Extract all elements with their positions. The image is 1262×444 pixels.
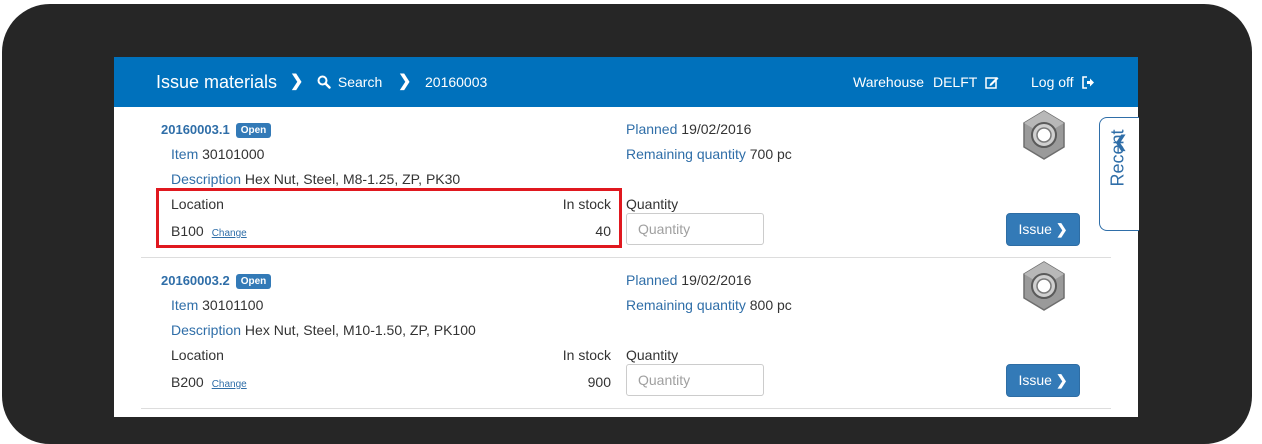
item-field: Item 30101000 xyxy=(171,146,264,162)
issue-label: Issue xyxy=(1018,221,1052,237)
item-value: 30101000 xyxy=(202,146,265,162)
planned-value: 19/02/2016 xyxy=(681,121,752,137)
quantity-input[interactable] xyxy=(626,364,764,396)
logoff-button[interactable]: Log off xyxy=(1031,57,1095,107)
remaining-value: 800 pc xyxy=(749,297,792,313)
planned-label: Planned xyxy=(626,272,678,288)
in-stock-label: In stock xyxy=(562,347,611,363)
in-stock-value: 900 xyxy=(587,374,611,390)
status-badge: Open xyxy=(235,274,272,289)
item-field: Item 30101100 xyxy=(171,297,263,313)
description-label: Description xyxy=(171,171,242,187)
remaining-label: Remaining quantity xyxy=(626,297,746,313)
quantity-input[interactable] xyxy=(626,213,764,245)
in-stock-value: 40 xyxy=(595,223,611,239)
status-badge: Open xyxy=(235,123,272,138)
header-bar: Issue materials ❯ Search ❯ 20160003 Ware… xyxy=(114,57,1138,107)
sign-out-icon xyxy=(1081,74,1095,90)
location-field: B200 Change xyxy=(171,374,247,390)
change-location-link[interactable]: Change xyxy=(212,379,247,390)
chevron-right-icon: ❯ xyxy=(398,73,412,90)
planned-value: 19/02/2016 xyxy=(681,272,752,288)
recent-side-tab[interactable]: ❮ Recent xyxy=(1099,117,1139,231)
line-number-text[interactable]: 20160003.1 xyxy=(161,122,230,137)
description-value: Hex Nut, Steel, M8-1.25, ZP, PK30 xyxy=(244,171,461,187)
remaining-label: Remaining quantity xyxy=(626,146,746,162)
search-label: Search xyxy=(337,74,383,90)
search-icon xyxy=(317,74,331,90)
remaining-field: Remaining quantity 800 pc xyxy=(626,297,792,313)
line-number: 20160003.1 Open xyxy=(161,121,272,138)
line-number: 20160003.2 Open xyxy=(161,272,272,289)
order-lines-list: 20160003.1 Open Item 30101000 Description… xyxy=(141,107,1111,409)
description-field: Description Hex Nut, Steel, M10-1.50, ZP… xyxy=(171,322,476,338)
warehouse-label: Warehouse xyxy=(853,74,925,90)
breadcrumb-issue-materials[interactable]: Issue materials xyxy=(156,57,277,107)
description-field: Description Hex Nut, Steel, M8-1.25, ZP,… xyxy=(171,171,460,187)
chevron-right-icon: ❯ xyxy=(290,73,304,90)
chevron-right-icon: ❯ xyxy=(1055,221,1068,237)
order-line-row: 20160003.1 Open Item 30101000 Description… xyxy=(141,107,1111,258)
planned-field: Planned 19/02/2016 xyxy=(626,272,751,288)
line-number-text[interactable]: 20160003.2 xyxy=(161,273,230,288)
breadcrumb-order-number: 20160003 xyxy=(425,74,488,90)
item-label: Item xyxy=(171,297,199,313)
in-stock-label: In stock xyxy=(562,196,611,212)
location-value: B100 xyxy=(171,223,204,239)
description-label: Description xyxy=(171,322,242,338)
remaining-value: 700 pc xyxy=(749,146,792,162)
item-label: Item xyxy=(171,146,199,162)
order-line-row: 20160003.2 Open Item 30101100 Description… xyxy=(141,258,1111,409)
recent-label: Recent xyxy=(1107,129,1128,187)
chevron-right-icon: ❯ xyxy=(1055,372,1068,388)
warehouse-selector[interactable]: Warehouse DELFT xyxy=(853,57,999,107)
change-location-link[interactable]: Change xyxy=(212,228,247,239)
hex-nut-image xyxy=(1023,110,1065,160)
edit-icon xyxy=(985,74,999,90)
hex-nut-image xyxy=(1023,261,1065,311)
description-value: Hex Nut, Steel, M10-1.50, ZP, PK100 xyxy=(244,322,476,338)
app-screen: Issue materials ❯ Search ❯ 20160003 Ware… xyxy=(114,57,1138,417)
remaining-field: Remaining quantity 700 pc xyxy=(626,146,792,162)
location-label: Location xyxy=(171,196,224,212)
location-value: B200 xyxy=(171,374,204,390)
issue-button[interactable]: Issue ❯ xyxy=(1006,364,1080,397)
location-label: Location xyxy=(171,347,224,363)
quantity-label: Quantity xyxy=(626,347,679,363)
issue-button[interactable]: Issue ❯ xyxy=(1006,213,1080,246)
planned-label: Planned xyxy=(626,121,678,137)
location-field: B100 Change xyxy=(171,223,247,239)
quantity-label: Quantity xyxy=(626,196,679,212)
warehouse-value: DELFT xyxy=(932,74,978,90)
breadcrumb-search[interactable]: Search xyxy=(317,57,382,107)
logoff-label: Log off xyxy=(1031,74,1074,90)
issue-label: Issue xyxy=(1018,372,1052,388)
planned-field: Planned 19/02/2016 xyxy=(626,121,751,137)
item-value: 30101100 xyxy=(202,297,264,313)
